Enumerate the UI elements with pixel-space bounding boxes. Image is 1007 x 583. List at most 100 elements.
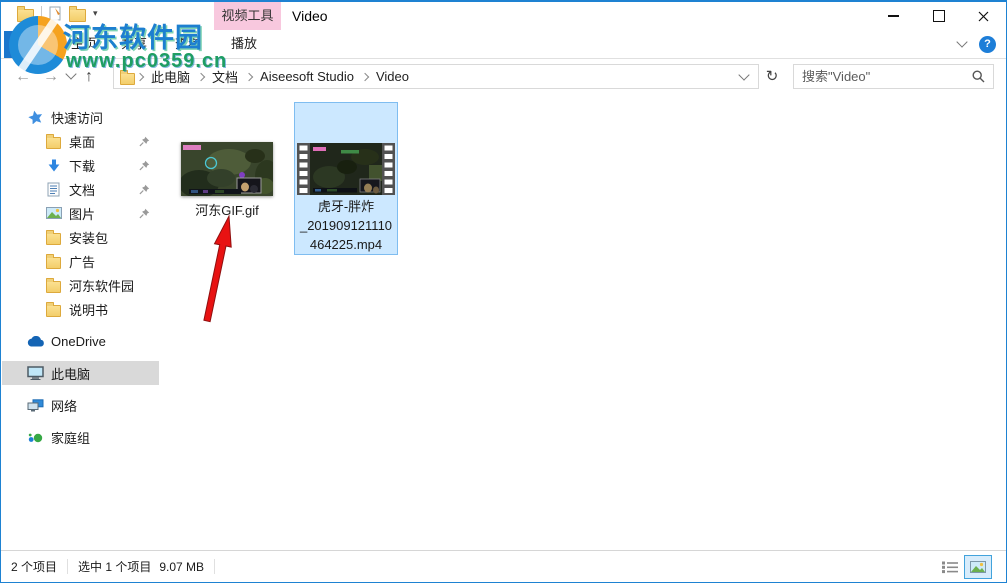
sidebar-item-network[interactable]: 网络 xyxy=(2,393,159,417)
quick-access-toolbar: ▾ xyxy=(17,5,98,22)
file-list-area[interactable]: 河东GIF.gif xyxy=(161,94,1005,549)
forward-icon[interactable]: → xyxy=(43,59,59,94)
document-icon xyxy=(44,182,63,197)
sidebar-item-label: 文档 xyxy=(69,180,95,199)
tab-home[interactable]: 主页 xyxy=(71,30,97,58)
sidebar-item-label: 下载 xyxy=(69,156,95,175)
back-icon[interactable]: ← xyxy=(15,59,31,94)
explorer-app-icon[interactable] xyxy=(17,9,34,22)
close-button[interactable] xyxy=(961,2,1006,30)
sidebar-item-quick-access[interactable]: 快速访问 xyxy=(2,105,159,129)
new-folder-icon[interactable] xyxy=(69,9,86,22)
tab-file[interactable]: 文件 xyxy=(4,31,61,58)
computer-icon xyxy=(26,366,45,380)
breadcrumb-this-pc[interactable]: 此电脑 xyxy=(145,67,196,86)
recent-locations-icon[interactable] xyxy=(65,68,76,79)
navigation-pane: 快速访问 桌面 下载 文档 图片 安装包 广告 xyxy=(1,94,161,549)
file-name: 河东GIF.gif xyxy=(161,200,293,219)
tab-play[interactable]: 播放 xyxy=(231,30,257,58)
qat-customize-icon[interactable]: ▾ xyxy=(93,8,98,19)
file-name-line: _201909121110 xyxy=(291,216,401,235)
sidebar-item-label: 广告 xyxy=(69,252,95,271)
large-icons-view-button[interactable] xyxy=(964,555,992,579)
minimize-icon xyxy=(888,15,899,17)
sidebar-item-pictures[interactable]: 图片 xyxy=(2,201,159,225)
up-icon[interactable]: ↑ xyxy=(85,59,93,94)
sidebar-item-label: 快速访问 xyxy=(51,108,103,127)
address-bar[interactable]: 此电脑 文档 Aiseesoft Studio Video xyxy=(113,64,759,89)
sidebar-item-downloads[interactable]: 下载 xyxy=(2,153,159,177)
sidebar-item-documents[interactable]: 文档 xyxy=(2,177,159,201)
expand-ribbon-icon[interactable] xyxy=(956,36,967,47)
folder-icon xyxy=(44,277,63,293)
window-title: Video xyxy=(292,2,328,30)
help-icon[interactable]: ? xyxy=(979,36,996,53)
picture-icon xyxy=(44,207,63,219)
search-input[interactable] xyxy=(794,69,972,84)
location-folder-icon xyxy=(120,73,135,85)
pin-icon[interactable] xyxy=(139,135,150,150)
breadcrumb-documents[interactable]: 文档 xyxy=(206,67,244,86)
homegroup-icon xyxy=(26,431,45,444)
breadcrumb-aiseesoft-studio[interactable]: Aiseesoft Studio xyxy=(254,69,360,84)
tab-view[interactable]: 查看 xyxy=(175,30,201,58)
search-box xyxy=(793,64,994,89)
ribbon-tab-row: 文件 主页 共享 查看 播放 ? xyxy=(1,30,1006,59)
folder-icon xyxy=(44,253,63,269)
sidebar-item-label: 网络 xyxy=(51,396,77,415)
explorer-window: ▾ 视频工具 Video 文件 主页 共享 查看 播放 ? ← → ↑ xyxy=(0,0,1007,583)
sidebar-item-label: 安装包 xyxy=(69,228,108,247)
sidebar-item-label: 说明书 xyxy=(69,300,108,319)
sidebar-item-this-pc[interactable]: 此电脑 xyxy=(2,361,159,385)
close-icon xyxy=(978,11,989,22)
sidebar-item-desktop[interactable]: 桌面 xyxy=(2,129,159,153)
file-name-line: 虎牙-胖炸 xyxy=(291,197,401,216)
file-item-gif[interactable]: 河东GIF.gif xyxy=(161,134,293,224)
divider xyxy=(67,559,68,574)
maximize-button[interactable] xyxy=(916,2,961,30)
pin-icon[interactable] xyxy=(139,159,150,174)
sidebar-item-label: OneDrive xyxy=(51,334,106,349)
breadcrumb-chevron[interactable] xyxy=(197,72,205,80)
sidebar-item-installer[interactable]: 安装包 xyxy=(2,225,159,249)
tab-share[interactable]: 共享 xyxy=(121,30,147,58)
ribbon-right-controls: ? xyxy=(958,30,996,58)
breadcrumb-chevron[interactable] xyxy=(361,72,369,80)
sidebar-item-label: 河东软件园 xyxy=(69,276,134,295)
breadcrumb-chevron[interactable] xyxy=(136,72,144,80)
gif-thumbnail xyxy=(181,142,273,196)
status-bar: 2 个项目 选中 1 个项目 9.07 MB xyxy=(1,550,1006,582)
window-controls xyxy=(871,2,1006,30)
pin-icon[interactable] xyxy=(139,207,150,222)
sidebar-item-label: 家庭组 xyxy=(51,428,90,447)
maximize-icon xyxy=(933,10,945,22)
address-dropdown-icon[interactable] xyxy=(738,69,749,80)
refresh-icon[interactable]: ↻ xyxy=(759,64,785,89)
sidebar-item-hedong[interactable]: 河东软件园 xyxy=(2,273,159,297)
contextual-tab-group-video-tools[interactable]: 视频工具 xyxy=(214,2,281,30)
selection-size: 9.07 MB xyxy=(159,560,204,574)
sidebar-item-homegroup[interactable]: 家庭组 xyxy=(2,425,159,449)
details-view-icon[interactable] xyxy=(941,560,959,574)
file-item-mp4-selected[interactable]: 虎牙-胖炸 _201909121110 464225.mp4 xyxy=(294,102,398,255)
folder-icon xyxy=(44,133,63,149)
sidebar-item-label: 此电脑 xyxy=(51,364,90,383)
properties-icon[interactable] xyxy=(49,6,62,21)
breadcrumb-video[interactable]: Video xyxy=(370,69,415,84)
download-icon xyxy=(44,159,63,172)
status-bar-left: 2 个项目 选中 1 个项目 9.07 MB xyxy=(1,558,225,575)
pin-icon[interactable] xyxy=(139,183,150,198)
sidebar-item-label: 图片 xyxy=(69,204,95,223)
sidebar-item-onedrive[interactable]: OneDrive xyxy=(2,329,159,353)
divider xyxy=(41,6,42,21)
sidebar-item-manual[interactable]: 说明书 xyxy=(2,297,159,321)
folder-icon xyxy=(44,301,63,317)
selection-info: 选中 1 个项目 xyxy=(78,558,151,575)
video-thumbnail xyxy=(297,143,395,198)
search-icon[interactable] xyxy=(972,70,985,83)
breadcrumb-chevron[interactable] xyxy=(245,72,253,80)
divider xyxy=(214,559,215,574)
file-name: 虎牙-胖炸 _201909121110 464225.mp4 xyxy=(291,197,401,254)
minimize-button[interactable] xyxy=(871,2,916,30)
sidebar-item-ads[interactable]: 广告 xyxy=(2,249,159,273)
